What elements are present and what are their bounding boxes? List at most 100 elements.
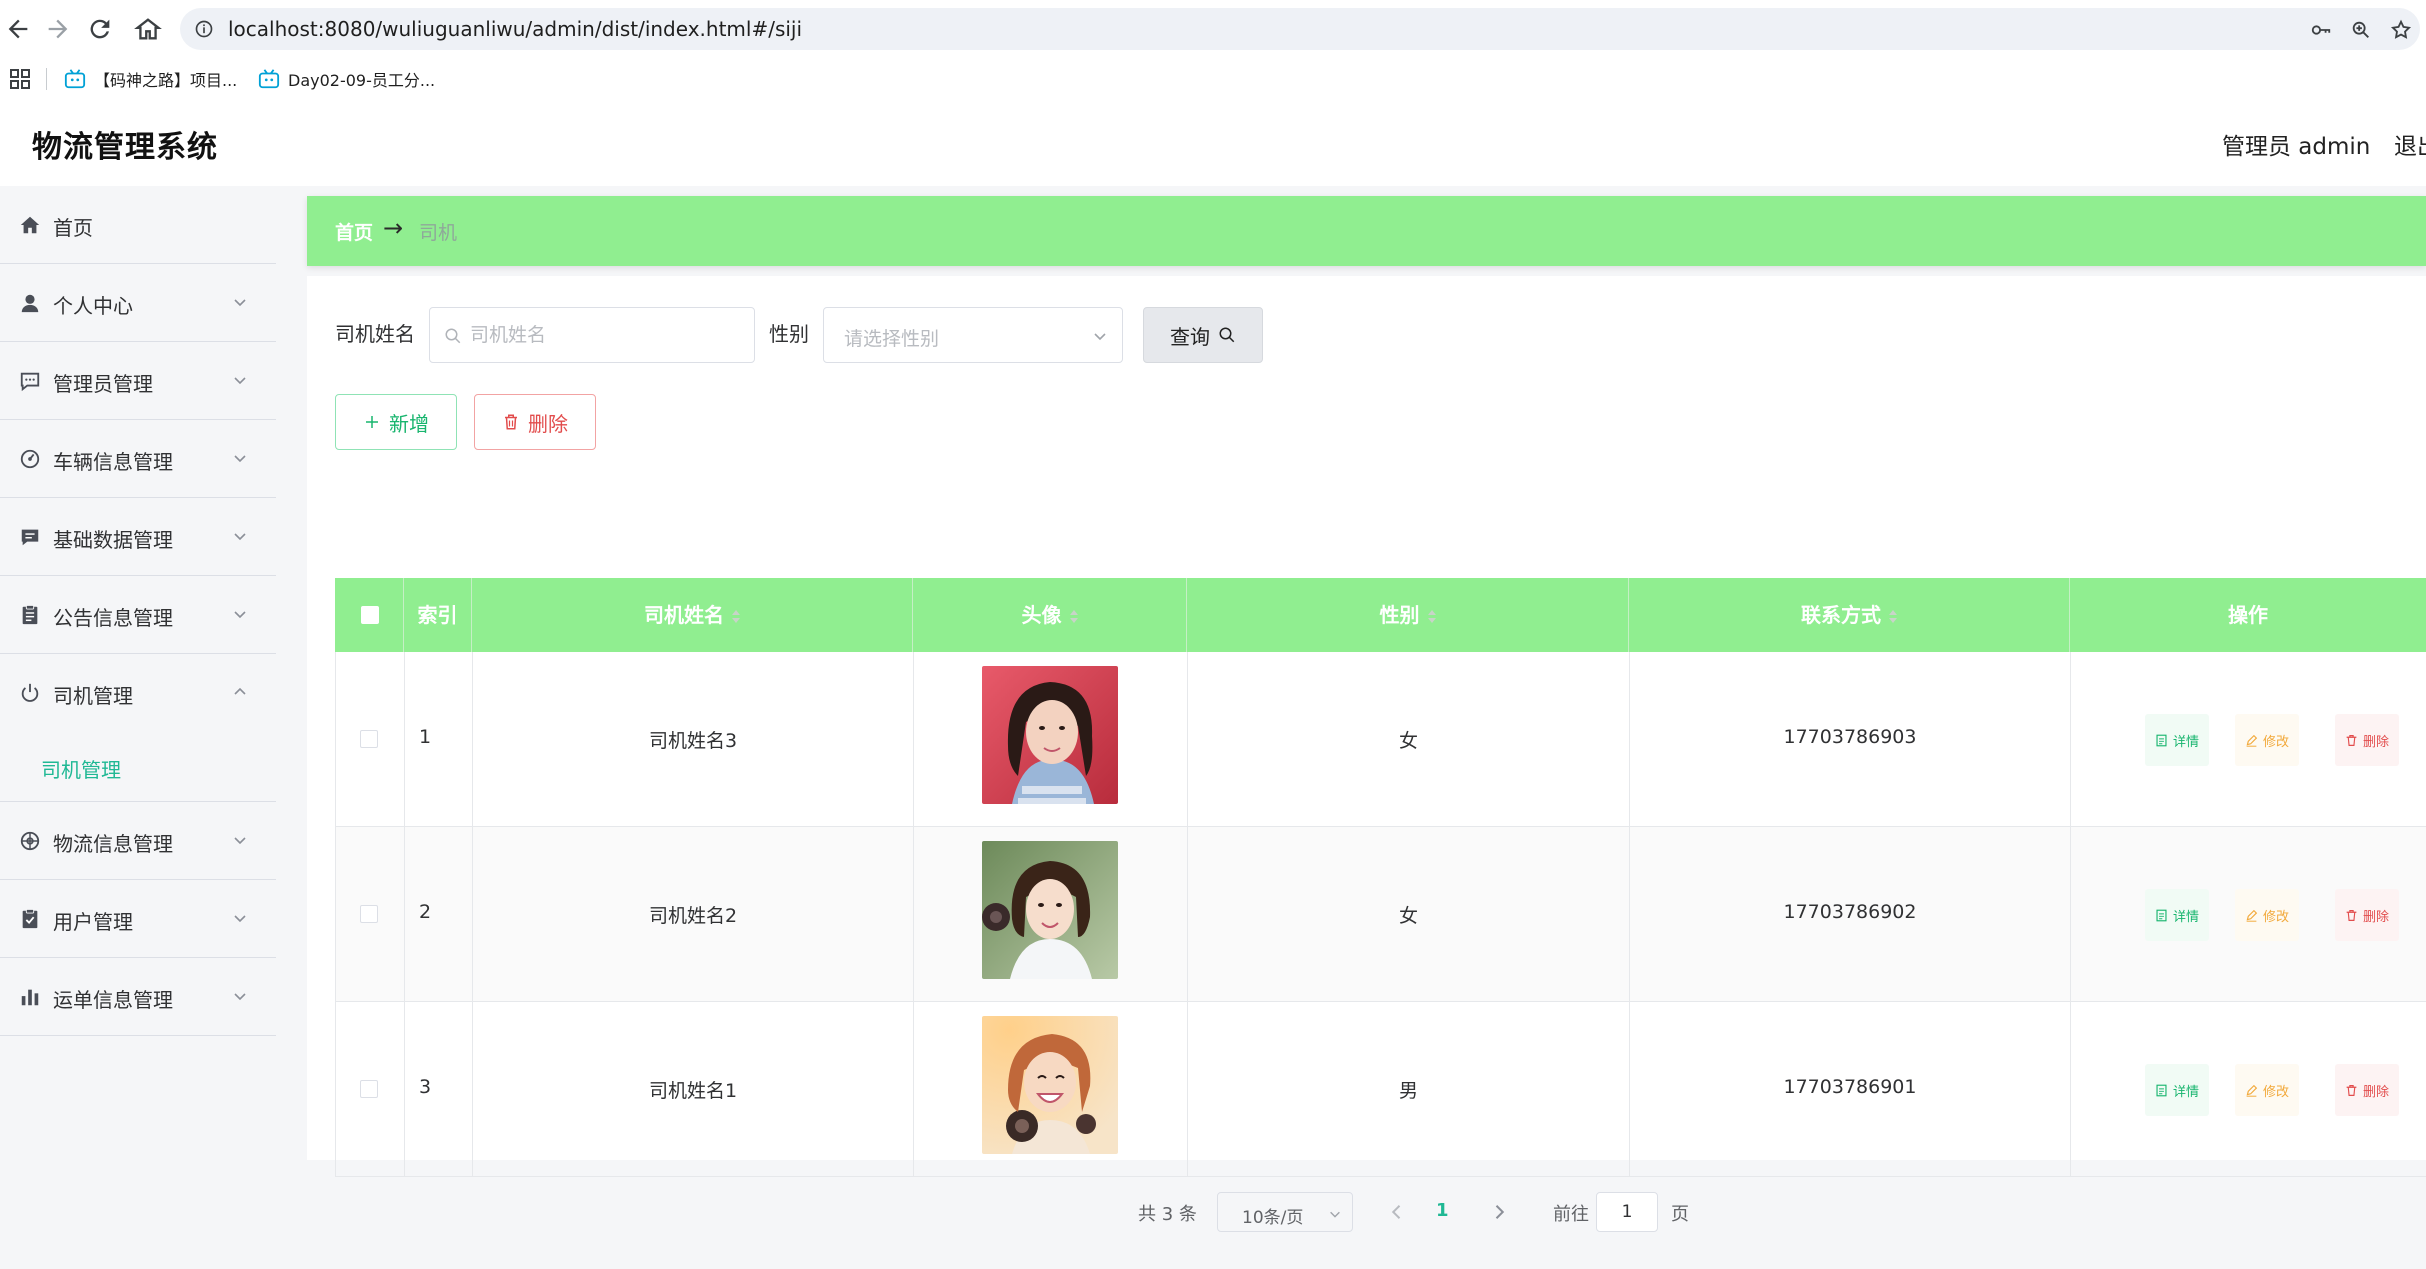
header-name[interactable]: 司机姓名 xyxy=(472,578,913,652)
bilibili-icon xyxy=(258,69,280,89)
gender-cell: 男 xyxy=(1188,1002,1630,1176)
edit-label: 修改 xyxy=(2263,734,2290,750)
header-operations-label: 操作 xyxy=(2228,603,2268,627)
sort-caret-icon[interactable] xyxy=(1889,609,1897,624)
row-delete-button[interactable]: 删除 xyxy=(2335,714,2400,766)
detail-button[interactable]: 详情 xyxy=(2145,714,2210,766)
header-avatar[interactable]: 头像 xyxy=(913,578,1187,652)
row-index: 3 xyxy=(419,1076,432,1098)
select-all-checkbox[interactable] xyxy=(361,606,379,624)
batch-delete-button[interactable]: 删除 xyxy=(474,394,596,450)
sidebar-item-driver-management[interactable]: 司机管理 xyxy=(0,654,276,732)
row-checkbox[interactable] xyxy=(360,905,378,923)
sidebar: 首页 个人中心 管理员管理 车辆信息管理 基础数据管理 公告信息管理 司机管理 … xyxy=(0,186,276,1269)
row-delete-button[interactable]: 删除 xyxy=(2335,1064,2400,1116)
password-key-icon[interactable] xyxy=(2310,19,2332,41)
edit-button[interactable]: 修改 xyxy=(2235,889,2300,941)
sidebar-item-logistics-info[interactable]: 物流信息管理 xyxy=(0,802,276,880)
forward-icon[interactable] xyxy=(44,15,72,43)
current-page[interactable]: 1 xyxy=(1436,1200,1449,1221)
name-cell: 司机姓名1 xyxy=(473,1002,914,1176)
apps-grid-icon[interactable] xyxy=(8,67,32,91)
submenu-item-label: 司机管理 xyxy=(41,758,121,782)
name-input[interactable] xyxy=(470,316,740,354)
sidebar-item-admin-management[interactable]: 管理员管理 xyxy=(0,342,276,420)
gender-select[interactable]: 请选择性别 xyxy=(823,307,1123,363)
chevron-down-icon xyxy=(232,372,248,388)
edit-button[interactable]: 修改 xyxy=(2235,1064,2300,1116)
logout-link[interactable]: 退出 xyxy=(2394,127,2426,161)
edit-icon xyxy=(2246,1084,2258,1097)
trash-icon xyxy=(2346,734,2357,746)
edit-icon xyxy=(2246,909,2258,922)
sidebar-item-waybill-info[interactable]: 运单信息管理 xyxy=(0,958,276,1036)
header-phone[interactable]: 联系方式 xyxy=(1629,578,2070,652)
detail-button[interactable]: 详情 xyxy=(2145,889,2210,941)
avatar[interactable] xyxy=(982,1016,1118,1154)
sidebar-item-label: 司机管理 xyxy=(53,684,133,708)
url-text[interactable]: localhost:8080/wuliuguanliwu/admin/dist/… xyxy=(228,8,802,50)
detail-button[interactable]: 详情 xyxy=(2145,1064,2210,1116)
avatar[interactable] xyxy=(982,841,1118,979)
row-delete-button[interactable]: 删除 xyxy=(2335,889,2400,941)
plus-icon xyxy=(366,416,378,428)
next-page-icon[interactable] xyxy=(1489,1202,1509,1222)
sidebar-item-personal-center[interactable]: 个人中心 xyxy=(0,264,276,342)
driver-gender: 男 xyxy=(1398,1080,1418,1102)
chevron-up-icon xyxy=(232,684,248,700)
chat-icon xyxy=(19,526,41,548)
zoom-icon[interactable] xyxy=(2350,19,2372,41)
avatar-cell xyxy=(914,827,1188,1001)
operations-cell: 详情 修改 删除 xyxy=(2071,1002,2426,1176)
sidebar-item-user-management[interactable]: 用户管理 xyxy=(0,880,276,958)
message-icon xyxy=(19,370,41,392)
sidebar-item-label: 首页 xyxy=(53,216,93,240)
sort-caret-icon[interactable] xyxy=(732,609,740,624)
edit-label: 修改 xyxy=(2263,909,2290,925)
row-select-cell xyxy=(336,1002,405,1176)
avatar[interactable] xyxy=(982,666,1118,804)
sort-caret-icon[interactable] xyxy=(1069,609,1078,624)
header-gender[interactable]: 性别 xyxy=(1187,578,1629,652)
chevron-down-icon xyxy=(1328,1206,1342,1220)
gender-label: 性别 xyxy=(769,322,809,346)
row-checkbox[interactable] xyxy=(360,730,378,748)
prev-page-icon[interactable] xyxy=(1387,1202,1407,1222)
main-content: 司机姓名 性别 请选择性别 查询 新增 删除 xyxy=(307,276,2426,1232)
page-size-select[interactable]: 10条/页 xyxy=(1217,1192,1353,1232)
search-button[interactable]: 查询 xyxy=(1143,307,1263,363)
bookmark-item[interactable]: 【码神之路】项目... xyxy=(64,66,237,92)
name-label: 司机姓名 xyxy=(335,322,415,346)
bookmarks-bar: 【码神之路】项目... Day02-09-员工分... xyxy=(0,58,2426,100)
page-size-value: 10条/页 xyxy=(1242,1208,1304,1228)
sidebar-item-notice-info[interactable]: 公告信息管理 xyxy=(0,576,276,654)
goto-page-input[interactable] xyxy=(1596,1192,1658,1232)
breadcrumb-home[interactable]: 首页 xyxy=(335,218,373,245)
page-suffix: 页 xyxy=(1671,1204,1689,1225)
name-search-field[interactable] xyxy=(429,307,755,363)
row-checkbox[interactable] xyxy=(360,1080,378,1098)
submenu-item-driver-management[interactable]: 司机管理 xyxy=(0,732,276,802)
sidebar-item-home[interactable]: 首页 xyxy=(0,186,276,264)
home-browser-icon[interactable] xyxy=(134,15,162,43)
sort-caret-icon[interactable] xyxy=(1427,609,1436,624)
info-icon[interactable] xyxy=(194,19,214,39)
header-index-label: 索引 xyxy=(417,603,458,627)
trash-icon xyxy=(2346,909,2357,921)
address-bar[interactable]: localhost:8080/wuliuguanliwu/admin/dist/… xyxy=(180,8,2420,50)
bookmark-item[interactable]: Day02-09-员工分... xyxy=(258,66,435,92)
add-button[interactable]: 新增 xyxy=(335,394,457,450)
edit-button[interactable]: 修改 xyxy=(2235,714,2300,766)
back-icon[interactable] xyxy=(4,15,32,43)
document-icon xyxy=(2156,734,2167,746)
bookmark-star-icon[interactable] xyxy=(2390,19,2412,41)
sidebar-item-vehicle-info[interactable]: 车辆信息管理 xyxy=(0,420,276,498)
chevron-down-icon xyxy=(232,988,248,1004)
reload-icon[interactable] xyxy=(86,15,114,43)
phone-cell: 17703786902 xyxy=(1630,827,2071,1001)
bookmark-label: Day02-09-员工分... xyxy=(288,71,436,90)
trash-icon xyxy=(2346,1084,2357,1096)
driver-gender: 女 xyxy=(1398,730,1418,752)
table-row: 2 司机姓名2 女 17703786902 详情 修改 删除 xyxy=(335,827,2426,1002)
sidebar-item-basic-data[interactable]: 基础数据管理 xyxy=(0,498,276,576)
